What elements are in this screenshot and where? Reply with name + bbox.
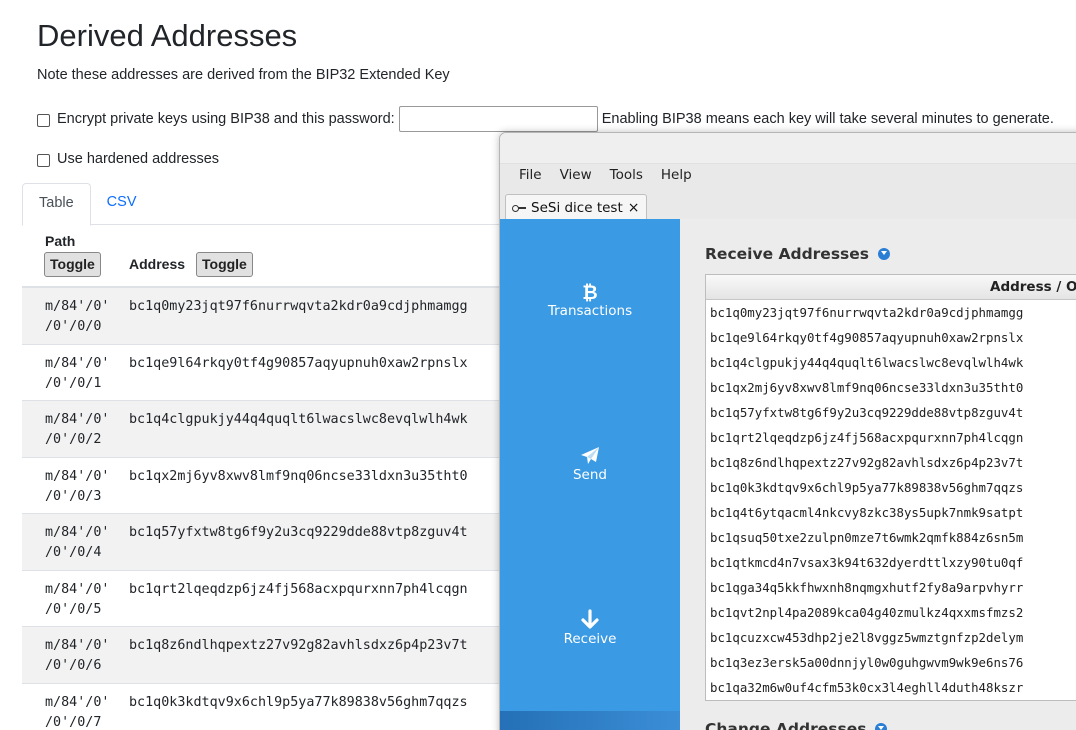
receive-addresses-heading: Receive Addresses (705, 245, 891, 263)
wallet-tab[interactable]: SeSi dice test × (505, 194, 647, 220)
path-column-header: Path (45, 233, 76, 249)
address-column-header[interactable]: Address / Ou (706, 275, 1076, 300)
hardened-checkbox[interactable] (37, 153, 50, 167)
address-cell: bc1q0k3kdtqv9x6chl9p5ya77k89838v56ghm7qq… (129, 694, 468, 710)
addresses-table-header: Path Toggle Address Toggle (22, 226, 500, 288)
menu-file[interactable]: File (519, 167, 542, 183)
table-row: m/84'/0' /0'/0/6 bc1q8z6ndlhqpextz27v92g8… (22, 627, 500, 684)
change-addresses-heading: Change Addresses (705, 720, 888, 730)
address-cell: bc1q57yfxtw8tg6f9y2u3cq9229dde88vtp8zguv… (129, 525, 468, 540)
receive-panel: Receive Addresses Address / Ou bc1q0my23… (680, 219, 1076, 730)
list-item[interactable]: bc1qe9l64rkqy0tf4g90857aqyupnuh0xaw2rpns… (706, 325, 1076, 350)
table-row: m/84'/0' /0'/0/7 bc1q0k3kdtqv9x6chl9p5ya7… (22, 684, 500, 730)
menu-bar: File View Tools Help (500, 164, 1076, 186)
table-row: m/84'/0' /0'/0/5 bc1qrt2lqeqdzp6jz4fj568a… (22, 571, 500, 627)
list-item[interactable]: bc1qx2mj6yv8xwv8lmf9nq06ncse33ldxn3u35th… (706, 375, 1076, 400)
path-cell: m/84'/0' /0'/0/0 (45, 299, 110, 334)
table-row: m/84'/0' /0'/0/3 bc1qx2mj6yv8xwv8lmf9nq06… (22, 458, 500, 514)
receive-addresses-title: Receive Addresses (705, 245, 870, 263)
table-row: m/84'/0' /0'/0/1 bc1qe9l64rkqy0tf4g90857a… (22, 345, 500, 401)
address-cell: bc1q8z6ndlhqpextz27v92g82avhlsdxz6p4p23v… (129, 638, 468, 653)
path-cell: m/84'/0' /0'/0/1 (45, 355, 110, 391)
list-item[interactable]: bc1q0k3kdtqv9x6chl9p5ya77k89838v56ghm7qq… (706, 475, 1076, 500)
bip38-row: Encrypt private keys using BIP38 and thi… (37, 106, 1054, 132)
path-cell: m/84'/0' /0'/0/6 (45, 638, 110, 673)
address-cell: bc1qe9l64rkqy0tf4g90857aqyupnuh0xaw2rpns… (129, 355, 468, 371)
menu-help[interactable]: Help (661, 167, 692, 183)
receive-addresses-table: Address / Ou bc1q0my23jqt97f6nurrwqvta2k… (705, 274, 1076, 701)
paper-plane-icon (500, 445, 680, 467)
path-toggle-button[interactable]: Toggle (44, 252, 101, 277)
address-cell: bc1q4clgpukjy44q4quqlt6lwacslwc8evqlwlh4… (129, 412, 468, 427)
change-addresses-title: Change Addresses (705, 720, 867, 730)
list-item[interactable]: bc1q8z6ndlhqpextz27v92g82avhlsdxz6p4p23v… (706, 450, 1076, 475)
list-item[interactable]: bc1qcuzxcw453dhp2je2l8vggz5wmztgnfzp2del… (706, 625, 1076, 650)
table-row: m/84'/0' /0'/0/0 bc1q0my23jqt97f6nurrwqvt… (22, 288, 500, 345)
svg-text:₿: ₿ (582, 282, 597, 303)
hardened-label: Use hardened addresses (57, 151, 220, 167)
list-item[interactable]: bc1qtkmcd4n7vsax3k94t632dyerdttlxzy90tu0… (706, 550, 1076, 575)
list-item[interactable]: bc1q4t6ytqacml4nkcvy8zkc38ys5upk7nmk9sat… (706, 500, 1076, 525)
list-item[interactable]: bc1qa32m6w0uf4cfm53k0cx3l4eghll4duth48ks… (706, 675, 1076, 700)
info-icon[interactable] (878, 248, 891, 260)
sidebar-item-receive[interactable]: Receive (500, 609, 680, 647)
key-icon (512, 204, 526, 212)
menu-view[interactable]: View (560, 167, 592, 183)
sidebar-item-transactions[interactable]: ₿ Transactions (500, 281, 680, 319)
list-item[interactable]: bc1qrt2lqeqdzp6jz4fj568acxpqurxnn7ph4lcq… (706, 425, 1076, 450)
path-cell: m/84'/0' /0'/0/4 (45, 525, 110, 560)
sidebar-item-label: Send (572, 467, 607, 483)
wallet-tab-label: SeSi dice test (531, 199, 623, 216)
list-item[interactable]: bc1q4clgpukjy44q4quqlt6lwacslwc8evqlwlh4… (706, 350, 1076, 375)
wallet-tabstrip: SeSi dice test × (500, 186, 1076, 220)
addresses-table-body: m/84'/0' /0'/0/0 bc1q0my23jqt97f6nurrwqvt… (22, 288, 500, 730)
address-toggle-button[interactable]: Toggle (196, 252, 253, 277)
list-item[interactable]: bc1qsuq50txe2zulpn0mze7t6wmk2qmfk884z6sn… (706, 525, 1076, 550)
close-icon[interactable]: × (628, 200, 640, 216)
sidebar-footer (500, 711, 680, 730)
path-cell: m/84'/0' /0'/0/5 (45, 581, 110, 617)
menu-tools[interactable]: Tools (610, 167, 643, 183)
bip38-password-input[interactable] (398, 106, 598, 132)
path-cell: m/84'/0' /0'/0/3 (45, 468, 110, 504)
list-item[interactable]: bc1q3ez3ersk5a00dnnjyl0w0guhgwvm9wk9e6ns… (706, 650, 1076, 675)
list-item[interactable]: bc1q0my23jqt97f6nurrwqvta2kdr0a9cdjphmam… (706, 300, 1076, 325)
wallet-app-window: File View Tools Help SeSi dice test × ₿ … (499, 132, 1076, 730)
bip38-checkbox[interactable] (37, 113, 50, 127)
path-cell: m/84'/0' /0'/0/2 (45, 412, 110, 447)
list-item[interactable]: bc1qga34q5kkfhwxnh8nqmgxhutf2fy8a9arpvhy… (706, 575, 1076, 600)
info-icon[interactable] (875, 723, 888, 730)
address-cell: bc1qx2mj6yv8xwv8lmf9nq06ncse33ldxn3u35th… (129, 468, 468, 484)
bip38-hint: Enabling BIP38 means each key will take … (601, 111, 1054, 127)
derivation-note: Note these addresses are derived from th… (37, 67, 450, 83)
sidebar-item-send[interactable]: Send (500, 445, 680, 483)
path-cell: m/84'/0' /0'/0/7 (45, 694, 110, 730)
list-item[interactable]: bc1qvt2npl4pa2089kca04g40zmulkz4qxxmsfmz… (706, 600, 1076, 625)
window-titlebar[interactable] (500, 133, 1076, 164)
address-cell: bc1q0my23jqt97f6nurrwqvta2kdr0a9cdjphmam… (129, 299, 468, 314)
bitcoin-icon: ₿ (500, 281, 680, 304)
table-row: m/84'/0' /0'/0/2 bc1q4clgpukjy44q4quqlt6l… (22, 401, 500, 458)
output-format-tabs: Table CSV (22, 183, 500, 226)
table-row: m/84'/0' /0'/0/4 bc1q57yfxtw8tg6f9y2u3cq9… (22, 514, 500, 571)
address-cell: bc1qrt2lqeqdzp6jz4fj568acxpqurxnn7ph4lcq… (129, 581, 468, 597)
bip38-label: Encrypt private keys using BIP38 and thi… (57, 111, 395, 127)
address-column-header: Address (129, 256, 186, 272)
tab-csv[interactable]: CSV (91, 183, 153, 225)
page-title: Derived Addresses (37, 18, 298, 53)
sidebar-item-label: Transactions (547, 303, 633, 319)
sidebar-item-label: Receive (563, 631, 617, 647)
app-sidebar: ₿ Transactions Send Receive (500, 219, 680, 730)
tab-table[interactable]: Table (22, 183, 91, 226)
arrow-down-icon (500, 609, 680, 631)
list-item[interactable]: bc1q57yfxtw8tg6f9y2u3cq9229dde88vtp8zguv… (706, 400, 1076, 425)
hardened-row: Use hardened addresses (37, 151, 219, 167)
